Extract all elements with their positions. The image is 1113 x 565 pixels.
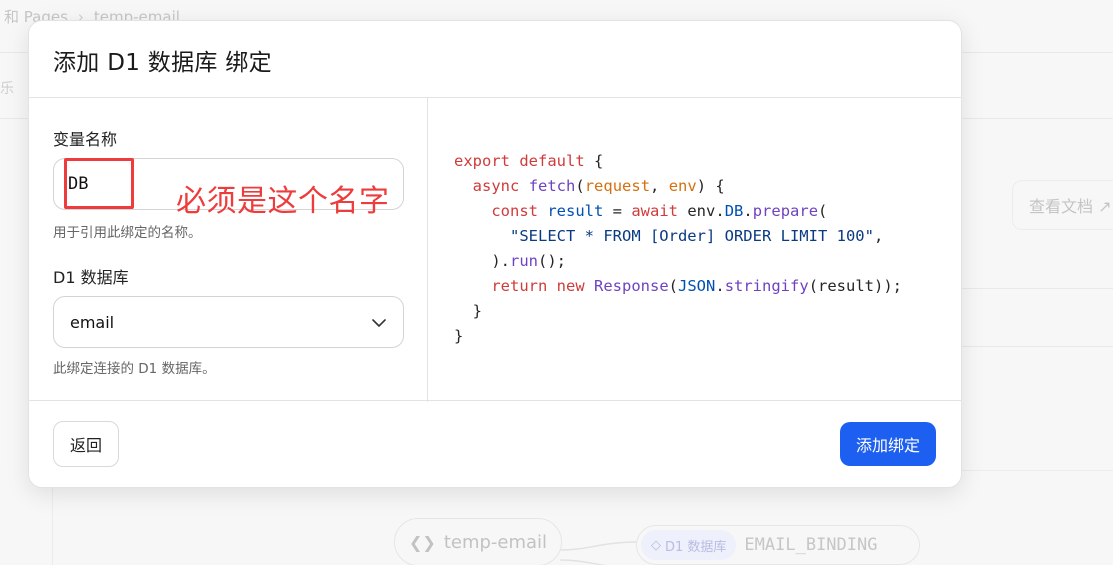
code-line: const result = await env.DB.prepare( <box>491 202 828 220</box>
worker-node[interactable]: ❮❯ temp-email <box>394 518 562 565</box>
divider <box>960 346 1113 347</box>
dialog-footer: 返回 添加绑定 <box>29 400 961 487</box>
code-line: export default { <box>454 152 604 170</box>
code-line: ).run(); <box>454 252 566 270</box>
code-example-panel: export default { async fetch(request, en… <box>429 98 961 402</box>
worker-node-label: temp-email <box>443 531 548 553</box>
code-example: export default { async fetch(request, en… <box>454 149 902 349</box>
d1-tag: ◇ D1 数据库 <box>641 530 737 560</box>
code-line: async fetch(request, env) { <box>472 177 725 195</box>
dialog-header: 添加 D1 数据库 绑定 <box>29 21 961 98</box>
variable-name-label: 变量名称 <box>53 130 118 149</box>
database-label: D1 数据库 <box>53 268 129 287</box>
database-select[interactable]: email <box>53 296 404 348</box>
add-d1-binding-dialog: 添加 D1 数据库 绑定 变量名称 用于引用此绑定的名称。 D1 数据库 ema… <box>28 20 962 488</box>
code-line: } <box>454 302 482 320</box>
tab-fragment[interactable]: 乐 <box>0 78 14 98</box>
annotation-highlight-box <box>64 158 134 209</box>
code-line: return new Response(JSON.stringify(resul… <box>491 277 903 295</box>
binding-form: 变量名称 用于引用此绑定的名称。 D1 数据库 email 此绑定连接的 D1 … <box>29 98 428 402</box>
variable-name-help: 用于引用此绑定的名称。 <box>53 225 202 241</box>
binding-node-name: EMAIL_BINDING <box>744 535 878 555</box>
database-icon: ◇ <box>651 537 661 553</box>
database-help: 此绑定连接的 D1 数据库。 <box>53 361 216 377</box>
database-select-value: email <box>70 312 115 332</box>
back-button[interactable]: 返回 <box>53 421 119 467</box>
annotation-text: 必须是这个名字 <box>176 184 390 219</box>
divider <box>960 288 1113 289</box>
view-docs-button[interactable]: 查看文档 ↗ <box>1012 180 1113 230</box>
d1-tag-label: D1 数据库 <box>665 539 727 555</box>
binding-node[interactable]: ◇ D1 数据库 EMAIL_BINDING <box>636 525 920 565</box>
chevron-down-icon <box>372 319 386 327</box>
dialog-title: 添加 D1 数据库 绑定 <box>53 50 272 76</box>
dialog-body: 变量名称 用于引用此绑定的名称。 D1 数据库 email 此绑定连接的 D1 … <box>29 98 961 402</box>
code-icon: ❮❯ <box>409 532 436 552</box>
code-line: "SELECT * FROM [Order] ORDER LIMIT 100", <box>510 227 884 245</box>
add-binding-button[interactable]: 添加绑定 <box>840 422 936 466</box>
code-line: } <box>454 327 464 345</box>
